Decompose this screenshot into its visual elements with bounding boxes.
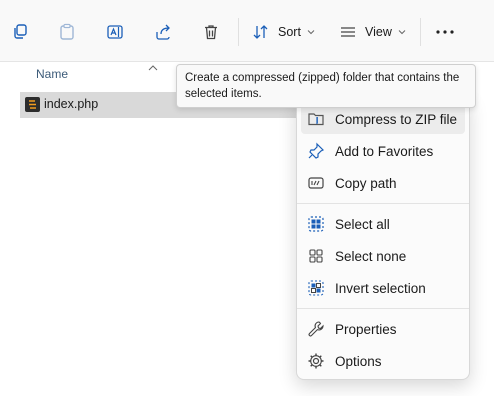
tooltip-text: Create a compressed (zipped) folder that… xyxy=(185,72,460,100)
menu-item-label: Copy path xyxy=(335,175,397,191)
menu-item-copy-path[interactable]: Copy path xyxy=(301,168,465,198)
command-bar: Sort View xyxy=(0,0,494,62)
menu-item-invert-selection[interactable]: Invert selection xyxy=(301,273,465,303)
chevron-down-icon xyxy=(392,28,406,36)
copy-path-icon xyxy=(307,174,325,192)
sort-icon xyxy=(252,23,270,41)
wrench-icon xyxy=(307,320,325,338)
menu-separator xyxy=(297,308,469,309)
gear-icon xyxy=(307,352,325,370)
rename-icon xyxy=(106,23,124,41)
paste-button[interactable] xyxy=(53,14,81,50)
context-menu: Compress to ZIP file Add to Favorites Co… xyxy=(296,96,470,380)
copy-button[interactable] xyxy=(6,14,34,50)
menu-item-label: Invert selection xyxy=(335,280,426,296)
file-explorer-window: Sort View Name index.php Compress to ZIP… xyxy=(0,0,494,396)
more-options-button[interactable] xyxy=(430,14,460,50)
menu-item-options[interactable]: Options xyxy=(301,346,465,376)
copy-icon xyxy=(11,23,29,41)
menu-item-add-to-favorites[interactable]: Add to Favorites xyxy=(301,136,465,166)
share-button[interactable] xyxy=(149,14,177,50)
menu-item-label: Select all xyxy=(335,216,390,232)
menu-item-select-none[interactable]: Select none xyxy=(301,241,465,271)
pin-icon xyxy=(307,142,325,160)
view-label: View xyxy=(365,25,392,39)
rename-button[interactable] xyxy=(101,14,129,50)
more-icon xyxy=(435,29,455,35)
menu-separator xyxy=(297,203,469,204)
menu-item-label: Compress to ZIP file xyxy=(335,111,458,127)
share-icon xyxy=(154,23,172,41)
menu-item-properties[interactable]: Properties xyxy=(301,314,465,344)
delete-button[interactable] xyxy=(197,14,225,50)
php-file-icon xyxy=(25,97,40,112)
view-button[interactable]: View xyxy=(339,14,407,50)
select-none-icon xyxy=(307,247,325,265)
toolbar-divider xyxy=(420,18,421,46)
view-icon xyxy=(339,23,357,41)
menu-item-label: Select none xyxy=(335,248,407,264)
sort-button[interactable]: Sort xyxy=(252,14,316,50)
zip-icon xyxy=(307,110,325,128)
column-header-name[interactable]: Name xyxy=(36,67,68,81)
toolbar-divider xyxy=(238,18,239,46)
menu-item-select-all[interactable]: Select all xyxy=(301,209,465,239)
select-all-icon xyxy=(307,215,325,233)
invert-selection-icon xyxy=(307,279,325,297)
file-name: index.php xyxy=(44,97,99,111)
sort-label: Sort xyxy=(278,25,301,39)
menu-item-label: Properties xyxy=(335,321,397,337)
menu-item-compress-zip[interactable]: Compress to ZIP file xyxy=(301,104,465,134)
chevron-down-icon xyxy=(301,28,315,36)
tooltip: Create a compressed (zipped) folder that… xyxy=(176,64,476,108)
menu-item-label: Options xyxy=(335,353,382,369)
menu-item-label: Add to Favorites xyxy=(335,143,434,159)
delete-icon xyxy=(202,23,220,41)
paste-icon xyxy=(58,23,76,41)
